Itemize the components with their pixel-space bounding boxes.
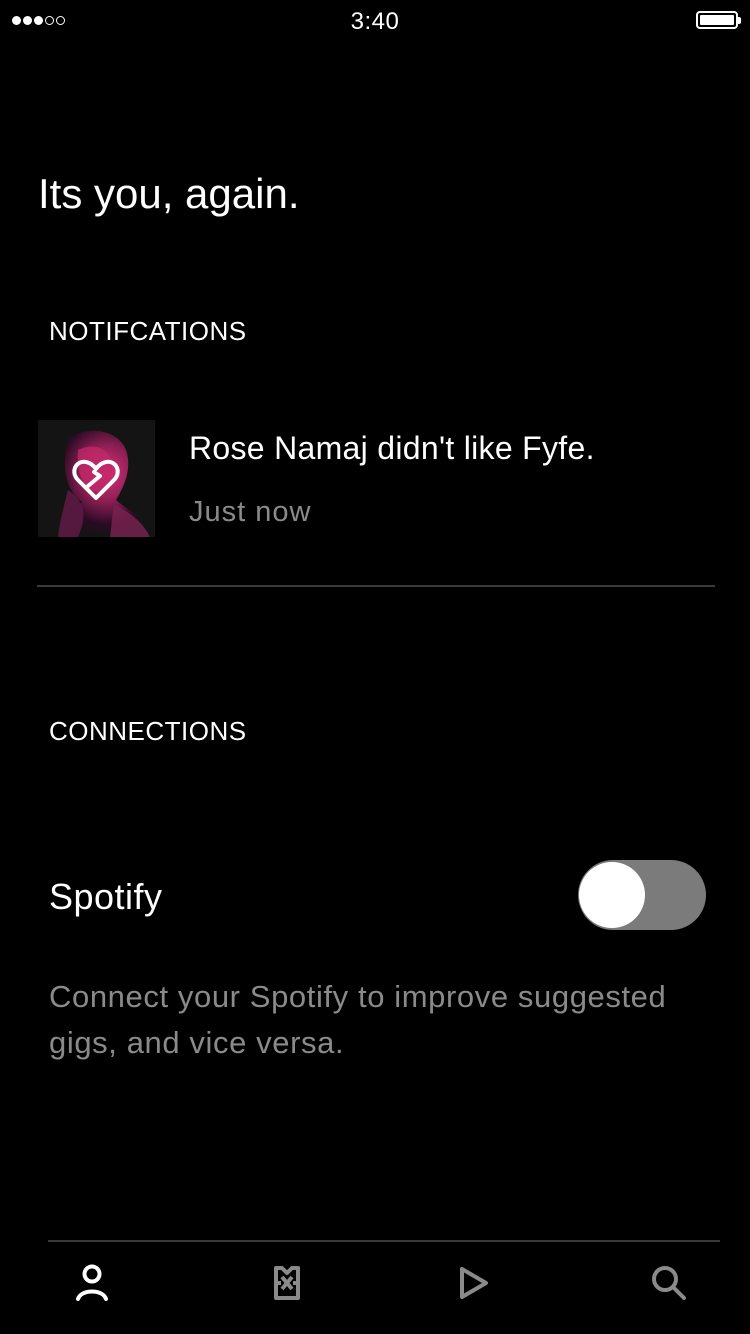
notification-thumbnail bbox=[38, 420, 155, 537]
play-icon bbox=[460, 1267, 488, 1299]
spotify-toggle[interactable] bbox=[578, 860, 706, 930]
notifications-heading: NOTIFCATIONS bbox=[49, 316, 247, 346]
notification-text: Rose Namaj didn't like Fyfe. bbox=[189, 430, 595, 466]
notification-time: Just now bbox=[189, 496, 312, 528]
divider bbox=[37, 585, 715, 587]
tab-profile[interactable] bbox=[67, 1258, 117, 1308]
status-bar: 3:40 bbox=[0, 0, 750, 40]
spotify-connection-label: Spotify bbox=[49, 876, 163, 917]
page-title: Its you, again. bbox=[38, 170, 300, 217]
tab-gigs[interactable] bbox=[262, 1258, 312, 1308]
search-icon bbox=[652, 1266, 686, 1300]
status-time: 3:40 bbox=[350, 8, 400, 35]
tab-bar-divider bbox=[48, 1240, 720, 1242]
artwork-image bbox=[38, 420, 155, 537]
battery-fill bbox=[700, 15, 734, 25]
connections-heading: CONNECTIONS bbox=[49, 716, 247, 746]
battery-icon bbox=[696, 11, 741, 29]
ticket-icon bbox=[274, 1266, 300, 1300]
spotify-description: Connect your Spotify to improve suggeste… bbox=[49, 979, 667, 1060]
notification-item[interactable]: Rose Namaj didn't like Fyfe. Just now bbox=[38, 420, 715, 538]
tab-play[interactable] bbox=[449, 1258, 499, 1308]
toggle-knob bbox=[579, 862, 645, 928]
tab-search[interactable] bbox=[644, 1258, 694, 1308]
person-icon bbox=[76, 1264, 108, 1301]
